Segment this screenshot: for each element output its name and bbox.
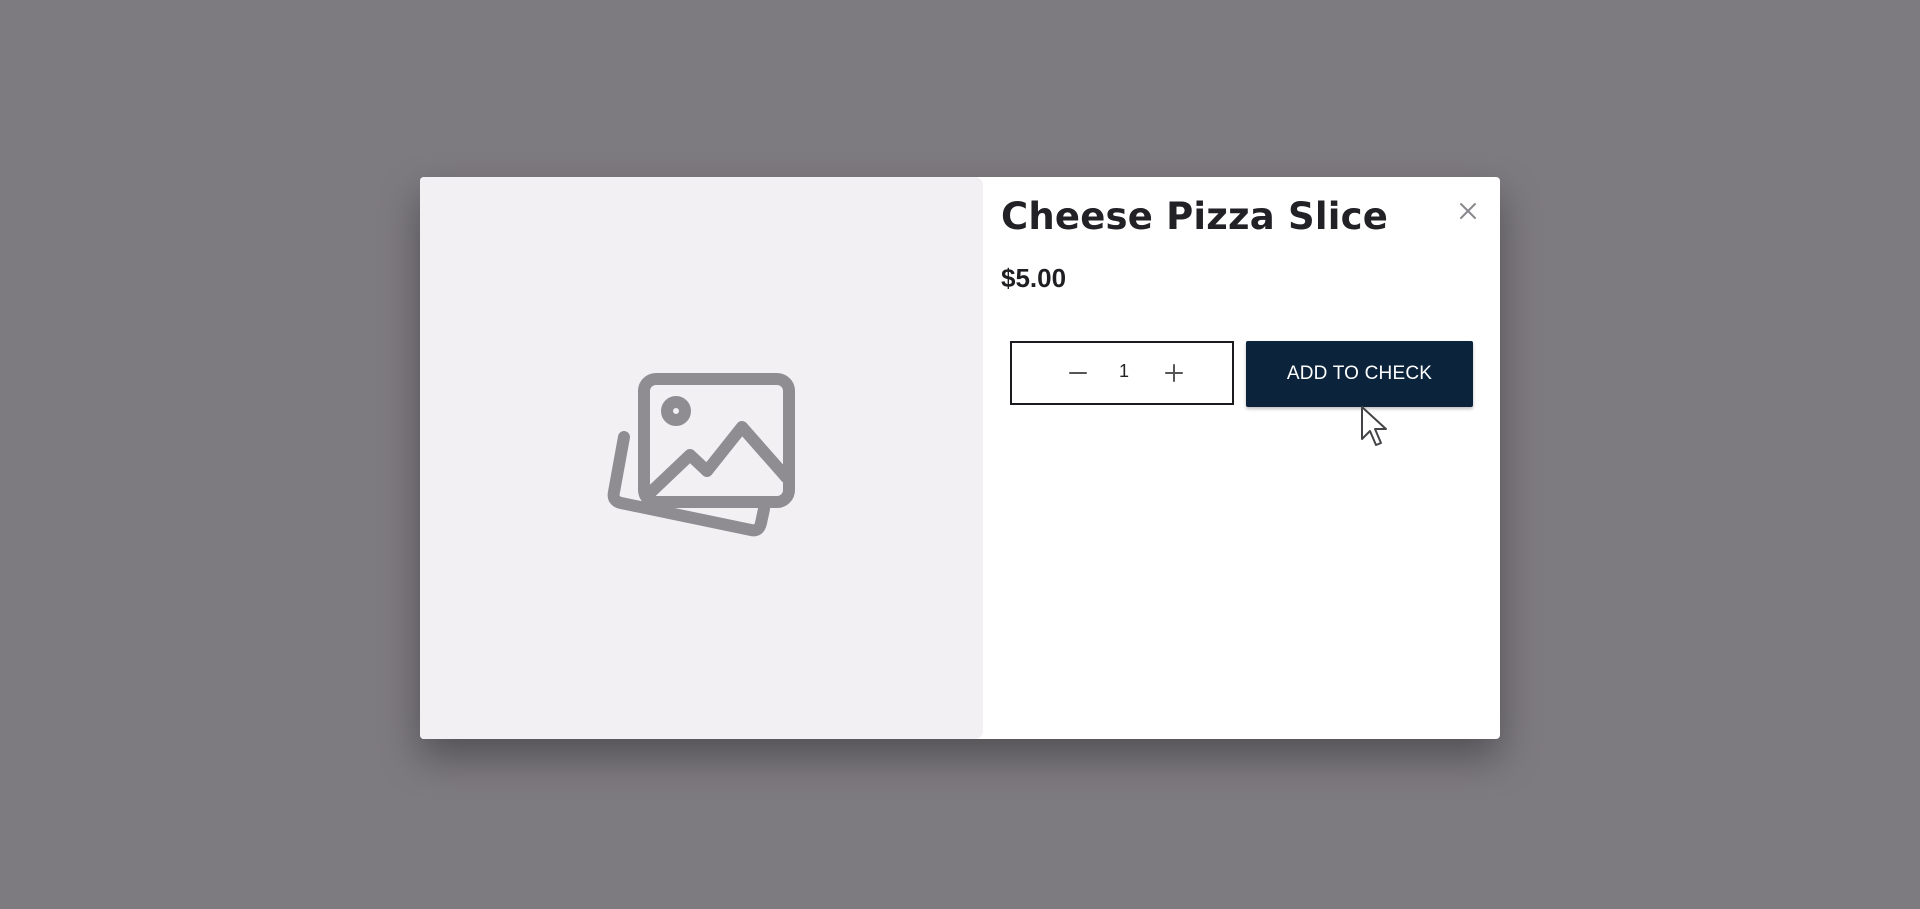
quantity-stepper: 1	[1010, 341, 1234, 405]
add-to-check-button[interactable]: ADD TO CHECK	[1246, 341, 1473, 407]
close-icon[interactable]	[1454, 197, 1482, 225]
plus-icon[interactable]	[1158, 357, 1190, 389]
quantity-value[interactable]: 1	[1104, 361, 1144, 382]
product-image-panel	[420, 177, 983, 739]
product-details: Cheese Pizza Slice $5.00 1 ADD TO CHECK	[1001, 177, 1500, 739]
product-title: Cheese Pizza Slice	[1001, 195, 1389, 238]
product-price: $5.00	[1001, 263, 1067, 293]
image-placeholder-icon	[607, 373, 795, 537]
minus-icon[interactable]	[1062, 357, 1094, 389]
product-modal: Cheese Pizza Slice $5.00 1 ADD TO CHECK	[420, 177, 1500, 739]
